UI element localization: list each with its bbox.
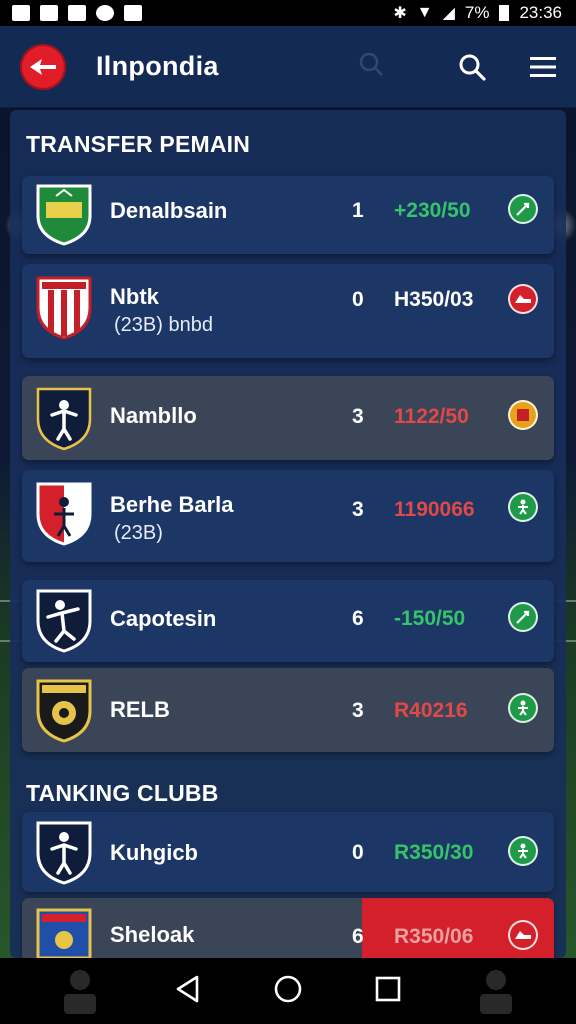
ranking-row[interactable]: Sheloak 6 R350/06 bbox=[22, 898, 554, 958]
club-value: R350/30 bbox=[394, 841, 474, 864]
club-name: Berhe Barla bbox=[110, 492, 234, 517]
whistle-icon[interactable] bbox=[508, 194, 538, 224]
club-crest-icon bbox=[36, 184, 92, 246]
hamburger-menu-icon[interactable] bbox=[530, 56, 556, 78]
club-count: 6 bbox=[352, 607, 364, 630]
whistle-icon[interactable] bbox=[508, 602, 538, 632]
club-count: 3 bbox=[352, 405, 364, 428]
notification-icon bbox=[124, 5, 142, 21]
club-crest-icon bbox=[36, 589, 92, 653]
transfer-row[interactable]: Capotesin 6 -150/50 bbox=[22, 580, 554, 662]
club-crest-icon bbox=[36, 387, 92, 451]
search-icon[interactable] bbox=[458, 53, 486, 81]
shoe-icon[interactable] bbox=[508, 920, 538, 950]
ranking-row[interactable]: Kuhgicb 0 R350/30 bbox=[22, 812, 554, 892]
transfer-value: R40216 bbox=[394, 699, 468, 722]
club-count: 1 bbox=[352, 199, 364, 222]
transfer-row[interactable]: Berhe Barla (23B) 3 1190066 bbox=[22, 470, 554, 562]
transfer-value: H350/03 bbox=[394, 288, 474, 311]
transfer-value: 1190066 bbox=[394, 498, 475, 521]
club-value: R350/06 bbox=[394, 925, 474, 948]
section-title-transfer: TRANSFER PEMAIN bbox=[26, 131, 251, 157]
player-icon[interactable] bbox=[508, 492, 538, 522]
back-triangle-icon[interactable] bbox=[175, 975, 201, 1008]
notification-icon bbox=[40, 5, 58, 21]
club-count: 0 bbox=[352, 288, 364, 311]
signal-icon: ◢ bbox=[442, 5, 455, 22]
transfer-row[interactable]: Denalbsain 1 +230/50 bbox=[22, 176, 554, 254]
club-crest-icon bbox=[36, 276, 92, 340]
player-silhouette-icon bbox=[63, 970, 96, 1014]
section-title-tanking: TANKING CLUBB bbox=[26, 780, 219, 806]
transfer-value: 1122/50 bbox=[394, 405, 469, 428]
shoe-icon[interactable] bbox=[508, 284, 538, 314]
club-count: 3 bbox=[352, 699, 364, 722]
bird-logo-icon[interactable] bbox=[20, 43, 66, 90]
battery-percent: 7% bbox=[464, 3, 490, 22]
player-icon[interactable] bbox=[508, 693, 538, 723]
club-name: RELB bbox=[110, 697, 170, 722]
flag-icon[interactable] bbox=[508, 400, 538, 430]
player-icon[interactable] bbox=[508, 836, 538, 866]
home-circle-icon[interactable] bbox=[273, 974, 303, 1009]
wifi-icon: ▼ bbox=[416, 4, 433, 21]
club-subtitle: (23B) bbox=[114, 522, 163, 544]
faded-search-icon bbox=[358, 51, 384, 82]
system-nav-bar bbox=[0, 958, 576, 1024]
notification-icon bbox=[12, 5, 30, 21]
club-name: Denalbsain bbox=[110, 198, 228, 223]
club-crest-icon bbox=[36, 821, 92, 885]
club-crest-icon bbox=[36, 908, 92, 958]
recents-square-icon[interactable] bbox=[375, 976, 401, 1007]
bluetooth-icon: ✱ bbox=[393, 5, 407, 22]
club-crest-icon bbox=[36, 482, 92, 546]
club-name: Capotesin bbox=[110, 606, 217, 631]
club-count: 0 bbox=[352, 841, 364, 864]
club-name: Nambllo bbox=[110, 403, 197, 428]
notification-icon bbox=[96, 5, 114, 21]
club-crest-icon bbox=[36, 679, 92, 743]
battery-icon bbox=[499, 5, 510, 21]
app-title: Ilnpondia bbox=[96, 51, 219, 81]
club-count: 3 bbox=[352, 498, 364, 521]
notification-icon bbox=[68, 5, 86, 21]
transfer-row[interactable]: Nbtk (23B) bnbd 0 H350/03 bbox=[22, 264, 554, 358]
player-silhouette-icon bbox=[480, 970, 513, 1014]
clock: 23:36 bbox=[519, 3, 562, 22]
club-count: 6 bbox=[352, 925, 364, 948]
transfer-row[interactable]: RELB 3 R40216 bbox=[22, 668, 554, 752]
club-name: Kuhgicb bbox=[110, 840, 198, 865]
transfer-value: -150/50 bbox=[394, 607, 466, 630]
club-name: Nbtk bbox=[110, 284, 159, 309]
status-bar: ✱ ▼ ◢ 7% 23:36 bbox=[0, 0, 576, 26]
club-subtitle: (23B) bnbd bbox=[114, 314, 213, 336]
transfer-value: +230/50 bbox=[394, 199, 471, 222]
app-bar: Ilnpondia bbox=[0, 26, 576, 108]
transfer-row[interactable]: Nambllo 3 1122/50 bbox=[22, 376, 554, 460]
club-name: Sheloak bbox=[110, 922, 195, 947]
